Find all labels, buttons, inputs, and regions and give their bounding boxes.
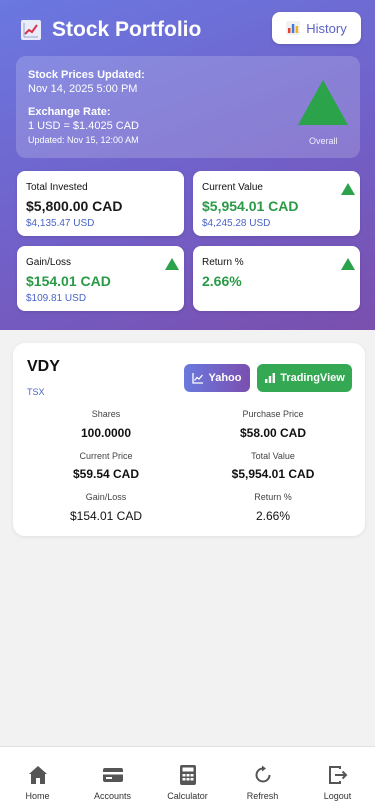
holding-card: VDY TSX Yahoo TradingView Shares 100.000…	[13, 343, 365, 536]
nav-calculator[interactable]: Calculator	[150, 747, 225, 812]
exchange-rate-updated: Updated: Nov 15, 12:00 AM	[28, 135, 139, 145]
history-button[interactable]: History	[272, 12, 361, 44]
update-info-panel: Stock Prices Updated: Nov 14, 2025 5:00 …	[16, 56, 360, 158]
current-price-label: Current Price	[79, 451, 133, 461]
tradingview-button[interactable]: TradingView	[257, 364, 352, 392]
nav-accounts-label: Accounts	[93, 791, 132, 801]
exchange-rate-value: 1 USD = $1.4025 CAD	[28, 120, 139, 132]
credit-card-icon	[102, 768, 123, 782]
stat-label: Current Value	[202, 182, 263, 193]
bottom-navigation: Home Accounts Calculator Refresh Logout	[0, 746, 375, 812]
chart-increasing-icon	[21, 20, 41, 40]
tradingview-label: TradingView	[280, 372, 345, 384]
stat-sub-value: $4,245.28 USD	[202, 218, 271, 229]
logout-icon	[328, 766, 347, 784]
gain-loss-label: Gain/Loss	[85, 492, 127, 502]
stat-sub-value: $109.81 USD	[26, 293, 87, 304]
stat-label: Gain/Loss	[26, 257, 72, 268]
gain-loss-card: Gain/Loss $154.01 CAD $109.81 USD	[17, 246, 184, 311]
stat-main-value: $5,954.01 CAD	[202, 198, 299, 214]
nav-accounts[interactable]: Accounts	[75, 747, 150, 812]
return-percent-card: Return % 2.66%	[193, 246, 360, 311]
prices-updated-label: Stock Prices Updated:	[28, 69, 145, 81]
yahoo-label: Yahoo	[208, 372, 242, 384]
trend-up-icon	[341, 258, 355, 270]
calculator-icon	[179, 765, 196, 785]
prices-updated-value: Nov 14, 2025 5:00 PM	[28, 83, 138, 95]
page-title: Stock Portfolio	[52, 18, 202, 41]
trend-up-icon	[165, 258, 179, 270]
shares-value: 100.0000	[80, 426, 132, 440]
nav-refresh[interactable]: Refresh	[225, 747, 300, 812]
return-percent-label: Return %	[254, 492, 292, 502]
line-chart-icon	[192, 373, 204, 384]
trend-up-icon	[341, 183, 355, 195]
stat-sub-value: $4,135.47 USD	[26, 218, 95, 229]
refresh-icon	[255, 765, 270, 783]
current-value-card: Current Value $5,954.01 CAD $4,245.28 US…	[193, 171, 360, 236]
yahoo-button[interactable]: Yahoo	[184, 364, 250, 392]
holding-ticker: VDY	[27, 358, 60, 375]
nav-calculator-label: Calculator	[167, 791, 208, 801]
nav-home-label: Home	[25, 791, 50, 801]
total-value-value: $5,954.01 CAD	[231, 467, 315, 481]
stat-main-value: $154.01 CAD	[26, 273, 111, 289]
exchange-rate-label: Exchange Rate:	[28, 106, 111, 118]
current-price-value: $59.54 CAD	[72, 467, 140, 481]
shares-label: Shares	[91, 409, 121, 419]
history-label: History	[306, 20, 347, 36]
bar-chart-icon	[265, 373, 276, 383]
total-value-label: Total Value	[251, 451, 295, 461]
stat-main-value: $5,800.00 CAD	[26, 198, 123, 214]
overall-up-arrow-icon	[298, 80, 348, 125]
holding-exchange: TSX	[27, 387, 45, 397]
bar-chart-icon	[286, 21, 301, 35]
nav-refresh-label: Refresh	[246, 791, 279, 801]
nav-logout-label: Logout	[323, 791, 352, 801]
purchase-price-value: $58.00 CAD	[239, 426, 307, 440]
nav-home[interactable]: Home	[0, 747, 75, 812]
nav-logout[interactable]: Logout	[300, 747, 375, 812]
overall-label: Overall	[309, 136, 338, 146]
stat-label: Total Invested	[26, 182, 88, 193]
stat-label: Return %	[202, 257, 244, 268]
app-title: Stock Portfolio	[20, 15, 201, 45]
total-invested-card: Total Invested $5,800.00 CAD $4,135.47 U…	[17, 171, 184, 236]
stat-main-value: 2.66%	[202, 273, 242, 289]
purchase-price-label: Purchase Price	[242, 409, 304, 419]
return-percent-value: 2.66%	[255, 509, 291, 523]
home-icon	[28, 766, 47, 784]
gain-loss-value: $154.01 CAD	[69, 509, 143, 523]
